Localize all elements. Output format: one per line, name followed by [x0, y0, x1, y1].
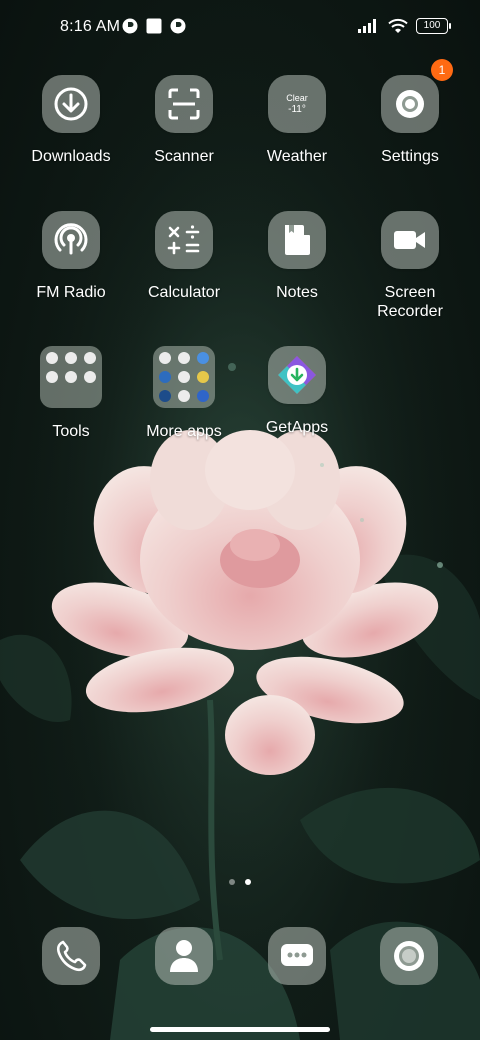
app-label: Screen Recorder	[377, 284, 443, 320]
app-label: Downloads	[31, 148, 111, 165]
contacts-icon	[170, 940, 198, 972]
downloads-app-icon[interactable]	[42, 75, 100, 133]
signal-icon	[358, 19, 376, 33]
battery-indicator: 100	[416, 18, 451, 34]
app-label: Notes	[276, 284, 318, 301]
app-fm-radio[interactable]: FM Radio	[11, 211, 131, 302]
app-getapps[interactable]: GetApps	[237, 346, 357, 437]
getapps-icon	[278, 356, 316, 394]
phone-icon	[56, 940, 87, 972]
camera-icon	[394, 941, 424, 971]
app-label: Calculator	[147, 284, 221, 301]
app-label: More apps	[146, 423, 222, 440]
circle-p-icon	[122, 18, 138, 34]
app-label: FM Radio	[36, 284, 106, 301]
gear-icon	[396, 90, 424, 118]
screen-recorder-app-icon[interactable]	[381, 211, 439, 269]
page-indicator	[0, 879, 480, 885]
settings-app-icon[interactable]: 1	[381, 59, 453, 133]
notes-app-icon[interactable]	[268, 211, 326, 269]
weather-condition: Clear	[286, 93, 308, 103]
app-label: Settings	[381, 148, 439, 165]
folder-more-apps[interactable]: More apps	[124, 346, 244, 441]
video-camera-icon	[394, 231, 425, 249]
system-status: 100	[358, 18, 451, 34]
square-icon	[146, 18, 162, 34]
app-label: GetApps	[265, 419, 329, 436]
getapps-app-icon[interactable]	[268, 346, 326, 404]
notification-icons	[122, 18, 186, 34]
scanner-app-icon[interactable]	[155, 75, 213, 133]
app-label: Weather	[266, 148, 328, 165]
download-icon	[54, 87, 88, 121]
folder-icon[interactable]	[40, 346, 102, 408]
home-gesture-bar[interactable]	[150, 1027, 330, 1032]
page-dot	[229, 879, 235, 885]
app-weather[interactable]: Clear -11° Weather	[237, 75, 357, 166]
dock-camera[interactable]	[380, 927, 438, 985]
app-label: Tools	[52, 423, 90, 440]
page-dot-active	[245, 879, 251, 885]
messages-icon	[281, 944, 313, 966]
status-bar: 8:16 AM 100	[0, 0, 480, 56]
app-scanner[interactable]: Scanner	[124, 75, 244, 166]
dock-contacts[interactable]	[155, 927, 213, 985]
app-notes[interactable]: Notes	[237, 211, 357, 302]
app-calculator[interactable]: Calculator	[124, 211, 244, 302]
radio-icon	[54, 223, 88, 255]
clock-time: 8:16 AM	[60, 18, 121, 35]
fm-radio-app-icon[interactable]	[42, 211, 100, 269]
scan-icon	[168, 88, 200, 120]
dock-messages[interactable]	[268, 927, 326, 985]
app-screen-recorder[interactable]: Screen Recorder	[350, 211, 470, 321]
app-label: Scanner	[154, 148, 214, 165]
calculator-icon	[167, 225, 200, 255]
folder-tools[interactable]: Tools	[11, 346, 131, 441]
circle-p-icon	[170, 18, 186, 34]
wifi-icon	[388, 18, 408, 33]
folder-icon[interactable]	[153, 346, 215, 408]
notification-badge: 1	[431, 59, 453, 81]
weather-icon[interactable]: Clear -11°	[268, 75, 326, 133]
app-downloads[interactable]: Downloads	[11, 75, 131, 166]
app-settings[interactable]: 1 Settings	[350, 59, 470, 166]
calculator-app-icon[interactable]	[155, 211, 213, 269]
notes-icon	[285, 225, 310, 255]
dock-phone[interactable]	[42, 927, 100, 985]
weather-temperature: -11°	[288, 104, 306, 115]
